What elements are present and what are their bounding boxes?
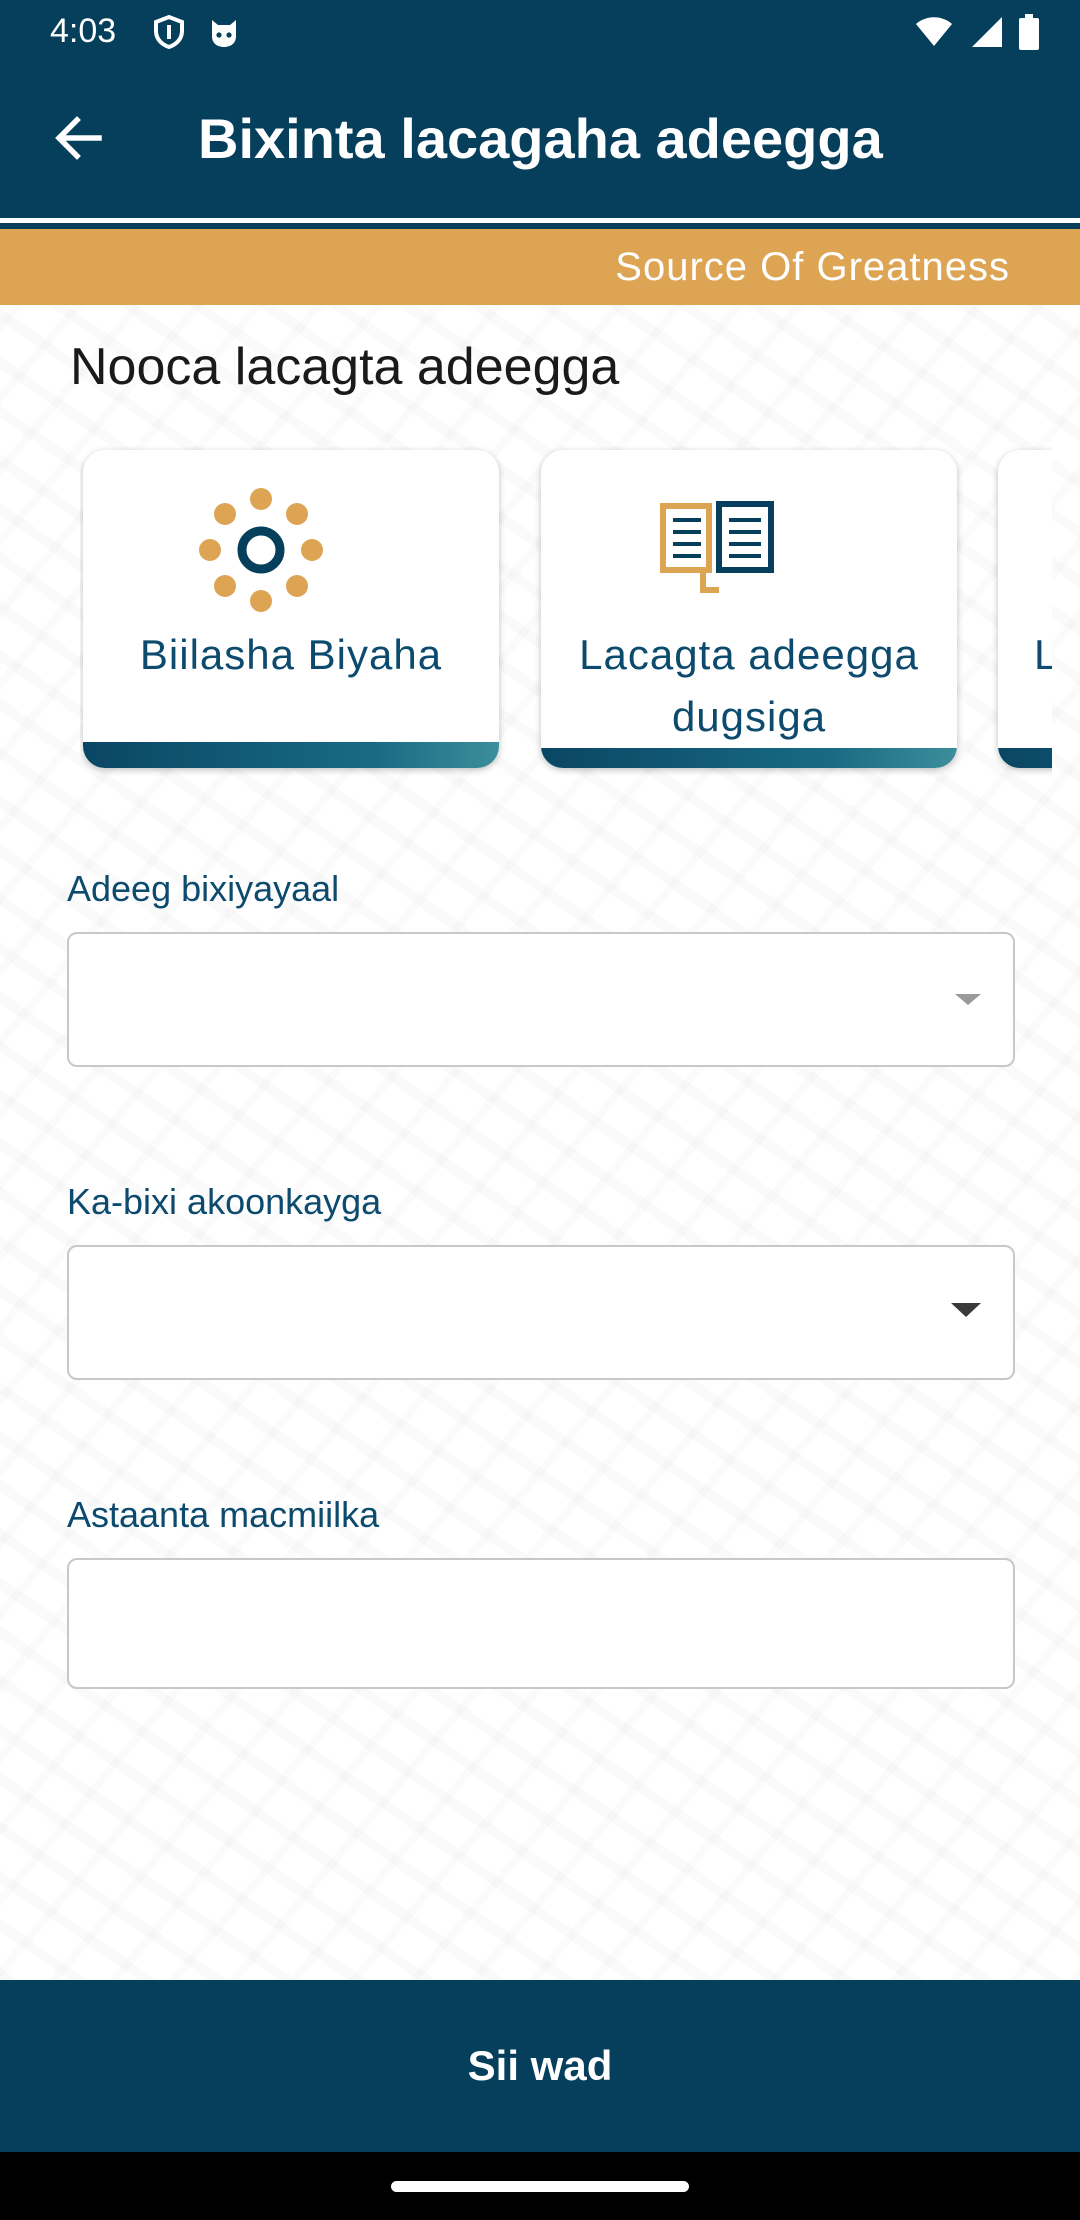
dots-ring-icon: [199, 488, 323, 612]
page-title: Bixinta lacagaha adeegga: [198, 107, 883, 170]
service-type-label: dugsiga: [671, 693, 827, 740]
tagline-banner: Source Of Greatness: [0, 229, 1080, 305]
service-type-carousel[interactable]: Biilasha Biyaha Lacagta adeegga dugsiga …: [80, 446, 1052, 776]
arrow-left-icon: [55, 116, 102, 160]
signal-icon: [972, 17, 1002, 47]
home-indicator[interactable]: [391, 2181, 689, 2192]
account-label: Ka-bixi akoonkayga: [67, 1181, 382, 1222]
continue-button-label: Sii wad: [467, 2042, 613, 2089]
service-type-label: Lacagta adeegga: [579, 631, 919, 678]
status-time: 4:03: [50, 12, 117, 50]
customer-ref-label: Astaanta macmiilka: [67, 1494, 380, 1535]
chevron-down-icon: [955, 994, 981, 1005]
service-type-label: L: [1034, 631, 1052, 678]
wifi-icon: [916, 17, 952, 46]
service-type-card-school[interactable]: Lacagta adeegga dugsiga: [541, 450, 957, 768]
card-accent-bar: [83, 742, 499, 768]
open-book-icon: [660, 501, 774, 593]
service-type-card-water[interactable]: Biilasha Biyaha: [83, 450, 499, 768]
section-title: Nooca lacagta adeegga: [70, 338, 620, 396]
chevron-down-icon: [951, 1303, 981, 1317]
tagline-text: Source Of Greatness: [615, 245, 1010, 289]
service-type-card-partial[interactable]: L: [998, 450, 1052, 768]
shield-icon: [154, 14, 184, 50]
provider-label: Adeeg bixiyayaal: [67, 868, 340, 909]
card-accent-bar: [541, 748, 957, 768]
card-accent-bar: [998, 748, 1052, 768]
provider-dropdown[interactable]: [67, 932, 1015, 1067]
customer-ref-input[interactable]: [67, 1558, 1015, 1689]
continue-button[interactable]: Sii wad: [0, 1980, 1080, 2152]
back-button[interactable]: [40, 100, 116, 176]
account-dropdown[interactable]: [67, 1245, 1015, 1380]
cat-face-icon: [212, 20, 236, 47]
service-type-label: Biilasha Biyaha: [139, 631, 443, 678]
battery-icon: [1019, 14, 1039, 50]
status-bar: 4:03: [0, 0, 1080, 66]
